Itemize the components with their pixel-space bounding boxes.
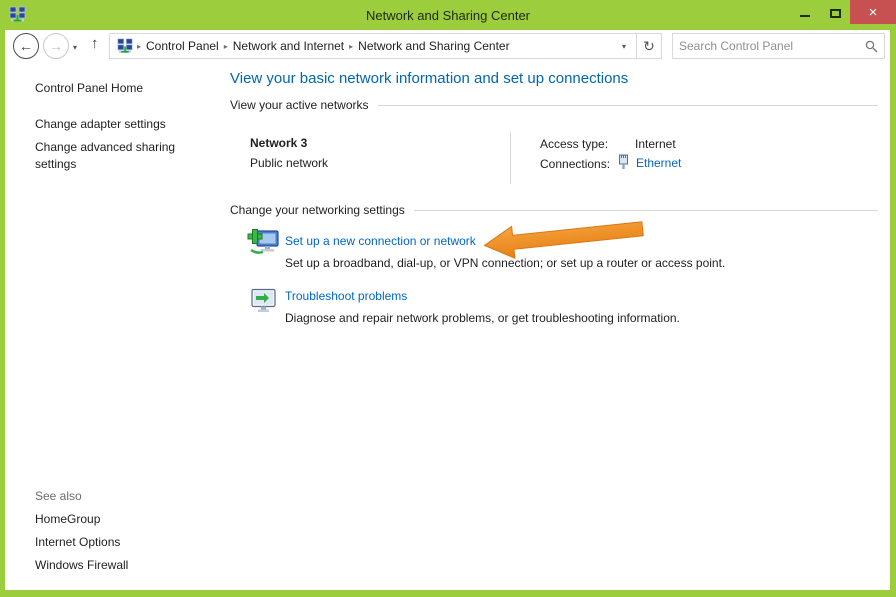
network-app-icon bbox=[9, 6, 26, 23]
access-type-value: Internet bbox=[635, 137, 676, 151]
titlebar: Network and Sharing Center × bbox=[0, 0, 896, 30]
page-title: View your basic network information and … bbox=[230, 70, 628, 87]
chevron-down-icon: ▾ bbox=[622, 42, 626, 51]
setup-connection-link[interactable]: Set up a new connection or network bbox=[285, 234, 476, 248]
section-divider bbox=[378, 105, 878, 106]
forward-button[interactable]: → bbox=[43, 33, 69, 59]
see-also-label: See also bbox=[35, 489, 82, 503]
active-networks-section-header: View your active networks bbox=[230, 98, 878, 112]
back-icon: ← bbox=[19, 38, 33, 54]
address-dropdown-button[interactable]: ▾ bbox=[612, 34, 636, 58]
breadcrumb-network-and-internet[interactable]: Network and Internet bbox=[228, 39, 349, 53]
network-breadcrumb-icon bbox=[117, 38, 133, 54]
network-sharing-center-window: Network and Sharing Center × ← → ▾ ↑ bbox=[0, 0, 896, 597]
troubleshoot-icon bbox=[250, 287, 277, 314]
up-arrow-icon: ↑ bbox=[91, 35, 99, 52]
chevron-down-icon: ▾ bbox=[73, 43, 77, 52]
sidebar-item-change-advanced-sharing[interactable]: Change advanced sharing settings bbox=[35, 139, 203, 173]
network-column-divider bbox=[510, 132, 511, 184]
window-client-area: ← → ▾ ↑ ▸ Control Panel ▸ Network and In… bbox=[5, 30, 890, 590]
minimize-button[interactable] bbox=[790, 0, 820, 24]
network-name: Network 3 bbox=[250, 136, 307, 150]
minimize-icon bbox=[800, 15, 810, 17]
close-icon: × bbox=[869, 4, 878, 21]
ethernet-link[interactable]: Ethernet bbox=[636, 156, 681, 170]
troubleshoot-description: Diagnose and repair network problems, or… bbox=[285, 311, 680, 325]
window-controls: × bbox=[790, 0, 896, 25]
search-button[interactable] bbox=[858, 34, 884, 58]
forward-icon: → bbox=[49, 38, 63, 54]
sidebar-item-change-adapter-settings[interactable]: Change adapter settings bbox=[35, 117, 166, 131]
search-input[interactable] bbox=[673, 39, 858, 53]
connections-label: Connections: bbox=[540, 157, 610, 171]
ethernet-icon bbox=[617, 154, 630, 170]
navigation-bar: ← → ▾ ↑ ▸ Control Panel ▸ Network and In… bbox=[5, 30, 890, 62]
maximize-button[interactable] bbox=[820, 0, 850, 24]
section-divider bbox=[414, 210, 878, 211]
refresh-button[interactable]: ↻ bbox=[637, 34, 661, 58]
history-dropdown-button[interactable]: ▾ bbox=[73, 43, 77, 52]
breadcrumb-control-panel[interactable]: Control Panel bbox=[141, 39, 224, 53]
setup-connection-description: Set up a broadband, dial-up, or VPN conn… bbox=[285, 256, 725, 270]
back-button[interactable]: ← bbox=[13, 33, 39, 59]
sidebar-item-homegroup[interactable]: HomeGroup bbox=[35, 512, 100, 526]
address-bar[interactable]: ▸ Control Panel ▸ Network and Internet ▸… bbox=[109, 33, 662, 59]
sidebar-item-control-panel-home[interactable]: Control Panel Home bbox=[35, 81, 143, 95]
networking-settings-label: Change your networking settings bbox=[230, 203, 405, 217]
breadcrumb-network-sharing-center[interactable]: Network and Sharing Center bbox=[353, 39, 514, 53]
up-button[interactable]: ↑ bbox=[91, 35, 99, 52]
networking-settings-section-header: Change your networking settings bbox=[230, 203, 878, 217]
sidebar-item-internet-options[interactable]: Internet Options bbox=[35, 535, 120, 549]
refresh-icon: ↻ bbox=[643, 38, 655, 55]
sidebar-item-windows-firewall[interactable]: Windows Firewall bbox=[35, 558, 128, 572]
active-networks-label: View your active networks bbox=[230, 98, 369, 112]
search-icon bbox=[865, 40, 878, 53]
network-type: Public network bbox=[250, 156, 328, 170]
window-title: Network and Sharing Center bbox=[0, 8, 896, 23]
maximize-icon bbox=[830, 9, 841, 18]
access-type-label: Access type: bbox=[540, 137, 608, 151]
troubleshoot-link[interactable]: Troubleshoot problems bbox=[285, 289, 407, 303]
close-button[interactable]: × bbox=[850, 0, 896, 24]
setup-connection-icon bbox=[245, 226, 281, 262]
search-box bbox=[672, 33, 885, 59]
